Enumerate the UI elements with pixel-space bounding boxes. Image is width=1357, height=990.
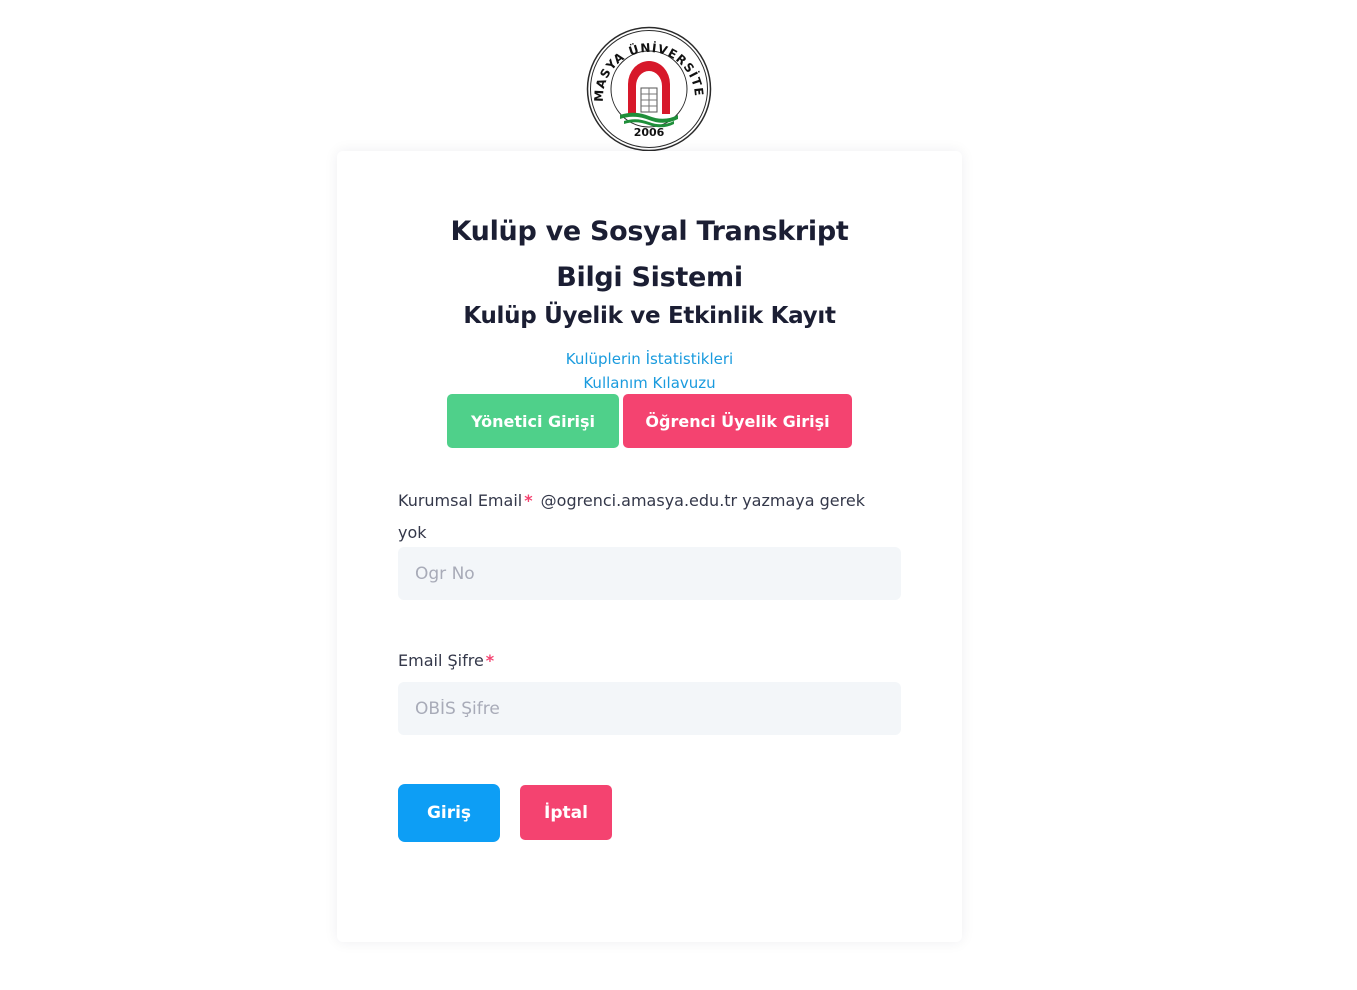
login-button[interactable]: Giriş (398, 784, 500, 842)
required-marker: * (485, 651, 495, 670)
login-card: Kulüp ve Sosyal Transkript Bilgi Sistemi… (337, 151, 962, 942)
required-marker: * (524, 491, 533, 510)
university-seal-icon: AMASYA ÜNİVERSİTESİ 2006 (586, 26, 712, 152)
page-subtitle: Kulüp Üyelik ve Etkinlik Kayıt (463, 303, 836, 329)
email-label-text: Kurumsal Email (398, 491, 523, 510)
page-title: Kulüp ve Sosyal Transkript Bilgi Sistemi (337, 209, 962, 301)
logo-year: 2006 (634, 126, 665, 139)
page-title-line-2: Bilgi Sistemi (556, 262, 743, 293)
password-field-label: Email Şifre * (398, 645, 497, 677)
password-input[interactable] (398, 682, 901, 735)
student-number-input[interactable] (398, 547, 901, 600)
user-guide-link[interactable]: Kullanım Kılavuzu (337, 371, 962, 395)
admin-login-button[interactable]: Yönetici Girişi (447, 394, 619, 448)
role-selector: Yönetici Girişi Öğrenci Üyelik Girişi (447, 394, 852, 448)
cancel-button[interactable]: İptal (520, 785, 612, 840)
student-login-button[interactable]: Öğrenci Üyelik Girişi (623, 394, 852, 448)
password-label-text: Email Şifre (398, 651, 484, 670)
page-title-line-1: Kulüp ve Sosyal Transkript (450, 216, 849, 247)
university-logo: AMASYA ÜNİVERSİTESİ 2006 (586, 26, 712, 152)
club-statistics-link[interactable]: Kulüplerin İstatistikleri (337, 347, 962, 371)
login-page: AMASYA ÜNİVERSİTESİ 2006 Kulüp ve Sosyal… (0, 0, 1357, 990)
info-links: Kulüplerin İstatistikleri Kullanım Kılav… (337, 347, 962, 395)
email-field-label: Kurumsal Email * @ogrenci.amasya.edu.tr y… (398, 485, 898, 549)
